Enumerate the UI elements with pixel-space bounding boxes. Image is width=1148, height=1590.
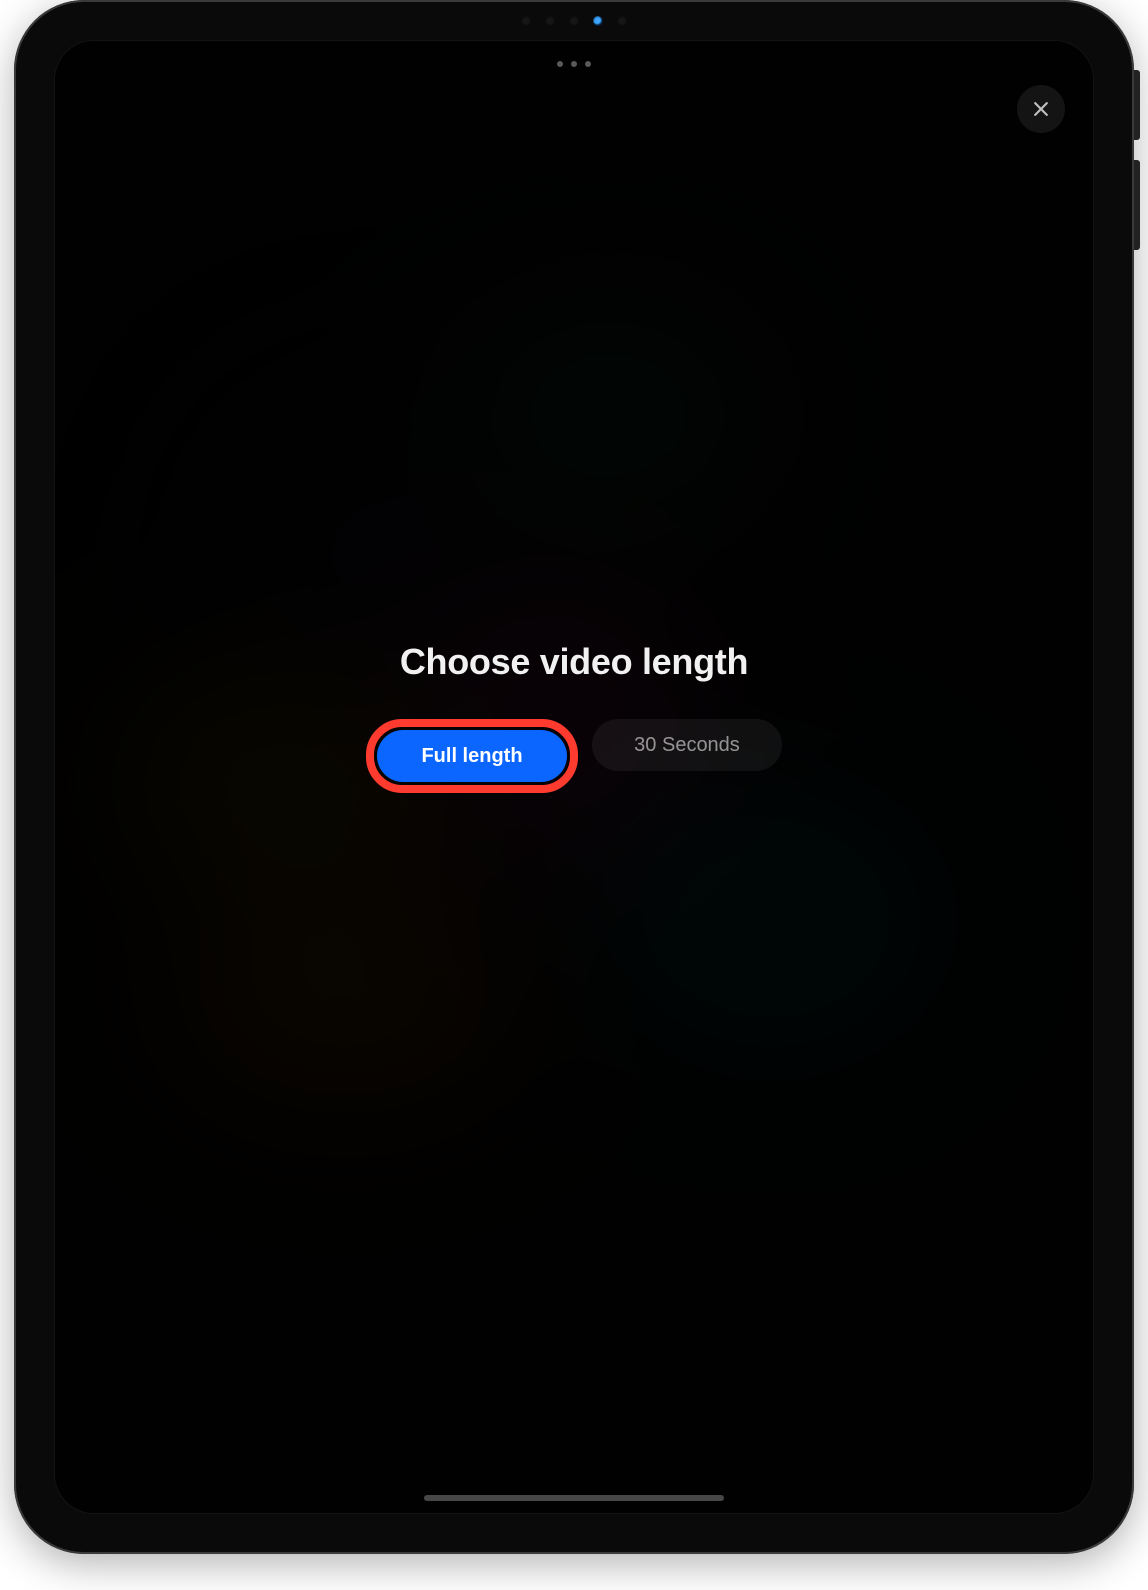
- length-options: Full length 30 Seconds: [366, 719, 782, 793]
- option-full-length-button[interactable]: Full length: [377, 730, 567, 782]
- home-indicator[interactable]: [424, 1495, 724, 1501]
- hardware-button: [1134, 70, 1140, 140]
- ipad-device-frame: Choose video length Full length 30 Secon…: [14, 0, 1134, 1554]
- option-30-seconds-button[interactable]: 30 Seconds: [592, 719, 782, 771]
- screen: Choose video length Full length 30 Secon…: [54, 40, 1094, 1514]
- sensor-dot: [521, 16, 531, 26]
- annotation-highlight: Full length: [366, 719, 578, 793]
- video-length-chooser: Choose video length Full length 30 Secon…: [55, 40, 1093, 1453]
- camera-cluster: [521, 16, 627, 26]
- sensor-dot: [569, 16, 579, 26]
- camera-led-icon: [593, 16, 603, 26]
- sensor-dot: [617, 16, 627, 26]
- modal-title: Choose video length: [400, 641, 748, 683]
- hardware-button: [1134, 160, 1140, 250]
- sensor-dot: [545, 16, 555, 26]
